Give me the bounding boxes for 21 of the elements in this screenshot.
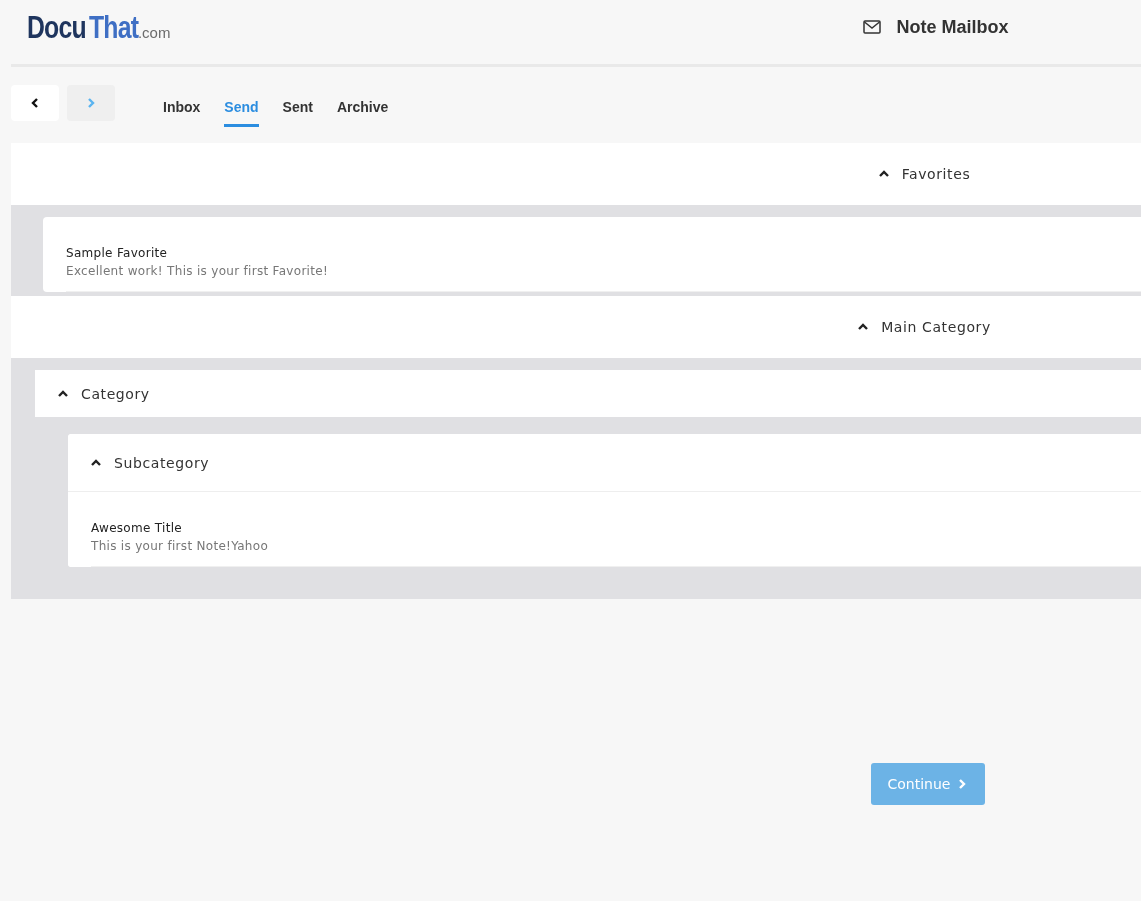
mailbox-title: Note Mailbox — [896, 16, 1009, 38]
back-button[interactable] — [11, 85, 59, 121]
section-title: Category — [81, 385, 150, 402]
envelope-icon — [863, 20, 882, 34]
section-header[interactable]: Favorites — [11, 143, 1141, 205]
chevron-left-icon — [29, 97, 41, 109]
section-header[interactable]: Category — [35, 370, 1141, 417]
section-title: Main Category — [881, 319, 991, 335]
note-text: This is your first Note!Yahoo — [91, 539, 270, 553]
chevron-right-icon — [85, 97, 97, 109]
note-title: Awesome Title — [91, 521, 184, 535]
logo[interactable]: DocuThat.com — [27, 10, 171, 46]
tab[interactable]: Archive — [336, 91, 389, 127]
note-title: Sample Favorite — [66, 246, 169, 260]
section-title: Subcategory — [114, 454, 210, 471]
tab[interactable]: Sent — [282, 91, 313, 127]
section-title: Favorites — [901, 166, 971, 182]
section-header[interactable]: Subcategory — [68, 434, 1141, 492]
note-text: Excellent work! This is your first Favorite! — [66, 264, 330, 278]
section-header[interactable]: Main Category — [11, 296, 1141, 358]
tab[interactable]: Inbox — [163, 91, 201, 127]
